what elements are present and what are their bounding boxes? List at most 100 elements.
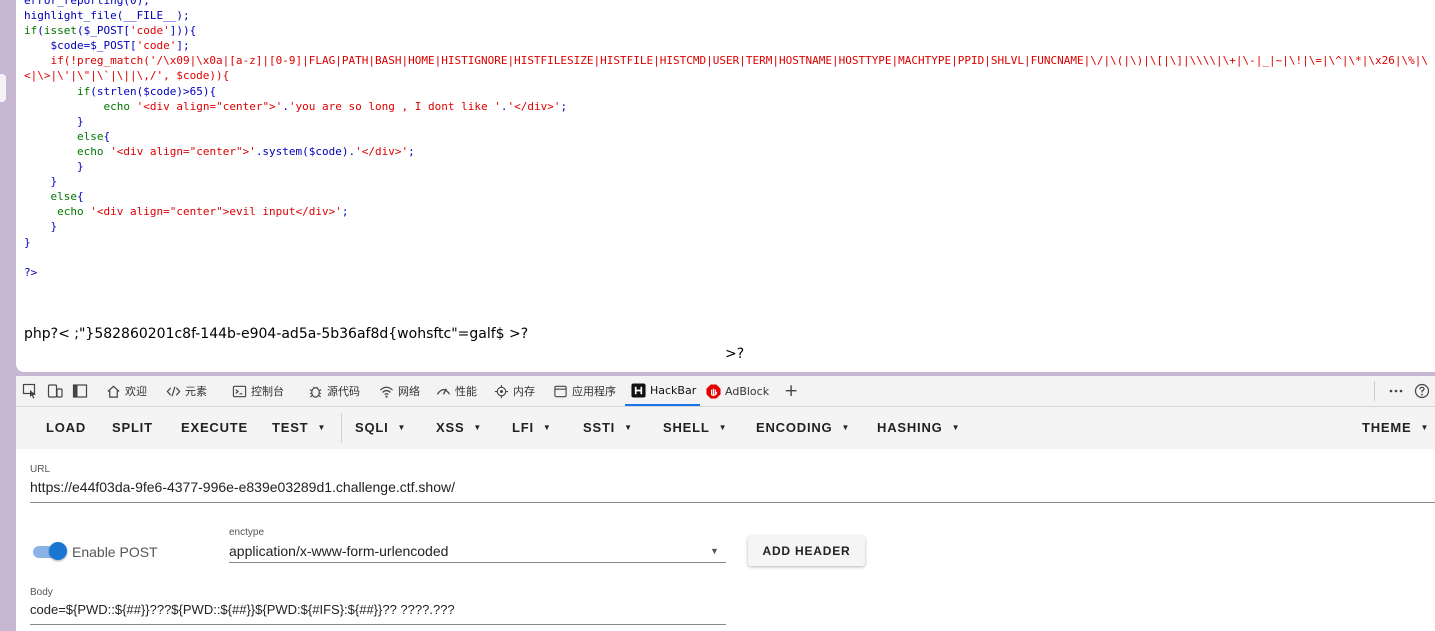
lfi-menu-button[interactable]: LFI ▼ — [512, 420, 552, 435]
encoding-menu-button[interactable]: ENCODING ▼ — [756, 420, 850, 435]
enable-post-toggle-knob[interactable] — [49, 542, 67, 560]
code-line: if(!preg_match('/\x09|\x0a|[a-z]|[0-9]|F… — [24, 54, 1428, 68]
button-label: THEME — [1362, 420, 1412, 435]
code-line: if(strlen($code)>65){ — [76, 84, 217, 98]
tab-label: 应用程序 — [572, 385, 616, 398]
ssti-menu-button[interactable]: SSTI ▼ — [583, 420, 633, 435]
console-icon — [232, 385, 247, 397]
enctype-underline — [229, 562, 726, 563]
device-emulation-icon[interactable] — [47, 383, 63, 399]
code-line: $code=$_POST['code']; — [24, 39, 190, 53]
tab-welcome[interactable]: 欢迎 — [106, 376, 147, 406]
toolbar-divider — [1374, 381, 1375, 401]
code-line: } — [24, 235, 31, 249]
split-button[interactable]: SPLIT — [112, 420, 153, 435]
add-tab-button[interactable]: + — [784, 376, 798, 406]
body-input[interactable]: code=${PWD::${##}}???${PWD::${##}}${PWD:… — [30, 602, 455, 617]
add-header-button[interactable]: ADD HEADER — [748, 536, 865, 566]
hackbar-icon — [631, 382, 646, 398]
caret-down-icon: ▼ — [397, 423, 407, 432]
caret-down-icon: ▼ — [1420, 423, 1430, 432]
caret-down-icon: ▼ — [951, 423, 961, 432]
code-line: ?> — [24, 265, 38, 279]
code-line: if(isset($_POST['code'])){ — [24, 24, 197, 38]
tab-label: 欢迎 — [125, 385, 147, 398]
devtools-panel: 欢迎 元素 控制台 源代码 网络 性能 内存 应用程序 HackBar AdBl… — [16, 376, 1435, 631]
button-label: SQLI — [355, 420, 389, 435]
help-icon[interactable] — [1414, 383, 1430, 399]
bug-icon — [309, 386, 322, 398]
code-line: else{ — [50, 190, 84, 204]
devtools-tab-bar: 欢迎 元素 控制台 源代码 网络 性能 内存 应用程序 HackBar AdBl… — [16, 376, 1435, 407]
tab-hackbar[interactable]: HackBar — [625, 376, 701, 406]
tab-console[interactable]: 控制台 — [232, 376, 284, 406]
enctype-label: enctype — [229, 527, 265, 538]
php-source-code: error_reporting(0); highlight_file(__FIL… — [24, 0, 1428, 280]
tab-memory[interactable]: 内存 — [494, 376, 535, 406]
hackbar-toolbar: LOAD SPLIT EXECUTE TEST ▼ SQLI ▼ XSS ▼ LFI ▼… — [16, 407, 1435, 449]
tab-label: 性能 — [455, 385, 477, 398]
dropdown-arrow-icon[interactable]: ▼ — [710, 546, 719, 556]
application-icon — [554, 385, 567, 397]
caret-down-icon: ▼ — [542, 423, 552, 432]
tab-application[interactable]: 应用程序 — [553, 376, 616, 406]
tab-network[interactable]: 网络 — [379, 376, 420, 406]
page-content: error_reporting(0); highlight_file(__FIL… — [16, 0, 1435, 372]
button-label: ENCODING — [756, 420, 833, 435]
sqli-menu-button[interactable]: SQLI ▼ — [355, 420, 406, 435]
tab-label: 控制台 — [251, 385, 284, 398]
code-line: error_reporting(0); — [24, 0, 150, 7]
dock-side-icon[interactable] — [72, 383, 88, 399]
code-line: } — [24, 220, 58, 234]
body-underline — [30, 624, 726, 625]
inspect-icon[interactable] — [22, 383, 38, 399]
code-line: highlight_file(__FILE__); — [24, 9, 190, 23]
tab-performance[interactable]: 性能 — [436, 376, 477, 406]
tab-adblock[interactable]: AdBlock — [706, 376, 769, 406]
code-icon — [166, 386, 181, 396]
button-label: SHELL — [663, 420, 710, 435]
home-icon — [107, 385, 120, 398]
tab-label: 元素 — [185, 385, 207, 398]
hashing-menu-button[interactable]: HASHING ▼ — [877, 420, 960, 435]
enable-post-label: Enable POST — [72, 544, 158, 560]
memory-icon — [494, 384, 509, 398]
caret-down-icon: ▼ — [473, 423, 483, 432]
url-input[interactable]: https://e44f03da-9fe6-4377-996e-e839e032… — [30, 479, 455, 495]
button-label: LFI — [512, 420, 534, 435]
button-label: HASHING — [877, 420, 943, 435]
code-line: } — [24, 114, 84, 128]
button-label: EXECUTE — [181, 420, 249, 435]
body-label: Body — [30, 587, 53, 598]
performance-icon — [436, 387, 451, 395]
tab-label: HackBar — [650, 383, 697, 397]
tab-sources[interactable]: 源代码 — [308, 376, 360, 406]
plus-icon: + — [784, 381, 799, 401]
button-label: SSTI — [583, 420, 616, 435]
side-panel-handle[interactable] — [0, 74, 6, 102]
url-label: URL — [30, 464, 51, 475]
tab-label: 内存 — [513, 385, 535, 398]
load-button[interactable]: LOAD — [46, 420, 86, 435]
code-line: echo '<div align="center">'.system($code… — [76, 144, 415, 158]
shell-menu-button[interactable]: SHELL ▼ — [663, 420, 727, 435]
url-underline — [30, 502, 1435, 503]
theme-menu-button[interactable]: THEME ▼ — [1362, 420, 1429, 435]
execute-button[interactable]: EXECUTE — [181, 420, 248, 435]
test-menu-button[interactable]: TEST ▼ — [272, 420, 326, 435]
command-output: php?< ;"}582860201c8f-144b-e904-ad5a-5b3… — [24, 326, 529, 342]
button-label: LOAD — [46, 420, 87, 435]
xss-menu-button[interactable]: XSS ▼ — [436, 420, 482, 435]
adblock-icon — [706, 383, 721, 399]
tab-elements[interactable]: 元素 — [166, 376, 207, 406]
code-line: <|\>|\'|\"|\`|\||\,/', $code)){ — [24, 69, 230, 83]
caret-down-icon: ▼ — [317, 423, 327, 432]
code-line: echo '<div align="center">evil input</di… — [57, 205, 349, 219]
more-options-icon[interactable] — [1388, 383, 1404, 399]
enctype-select[interactable]: application/x-www-form-urlencoded — [229, 543, 448, 559]
button-label: ADD HEADER — [762, 544, 851, 558]
tab-label: 源代码 — [327, 385, 360, 398]
button-label: TEST — [272, 420, 309, 435]
toolbar-separator — [341, 413, 342, 443]
code-line: } — [24, 175, 58, 189]
